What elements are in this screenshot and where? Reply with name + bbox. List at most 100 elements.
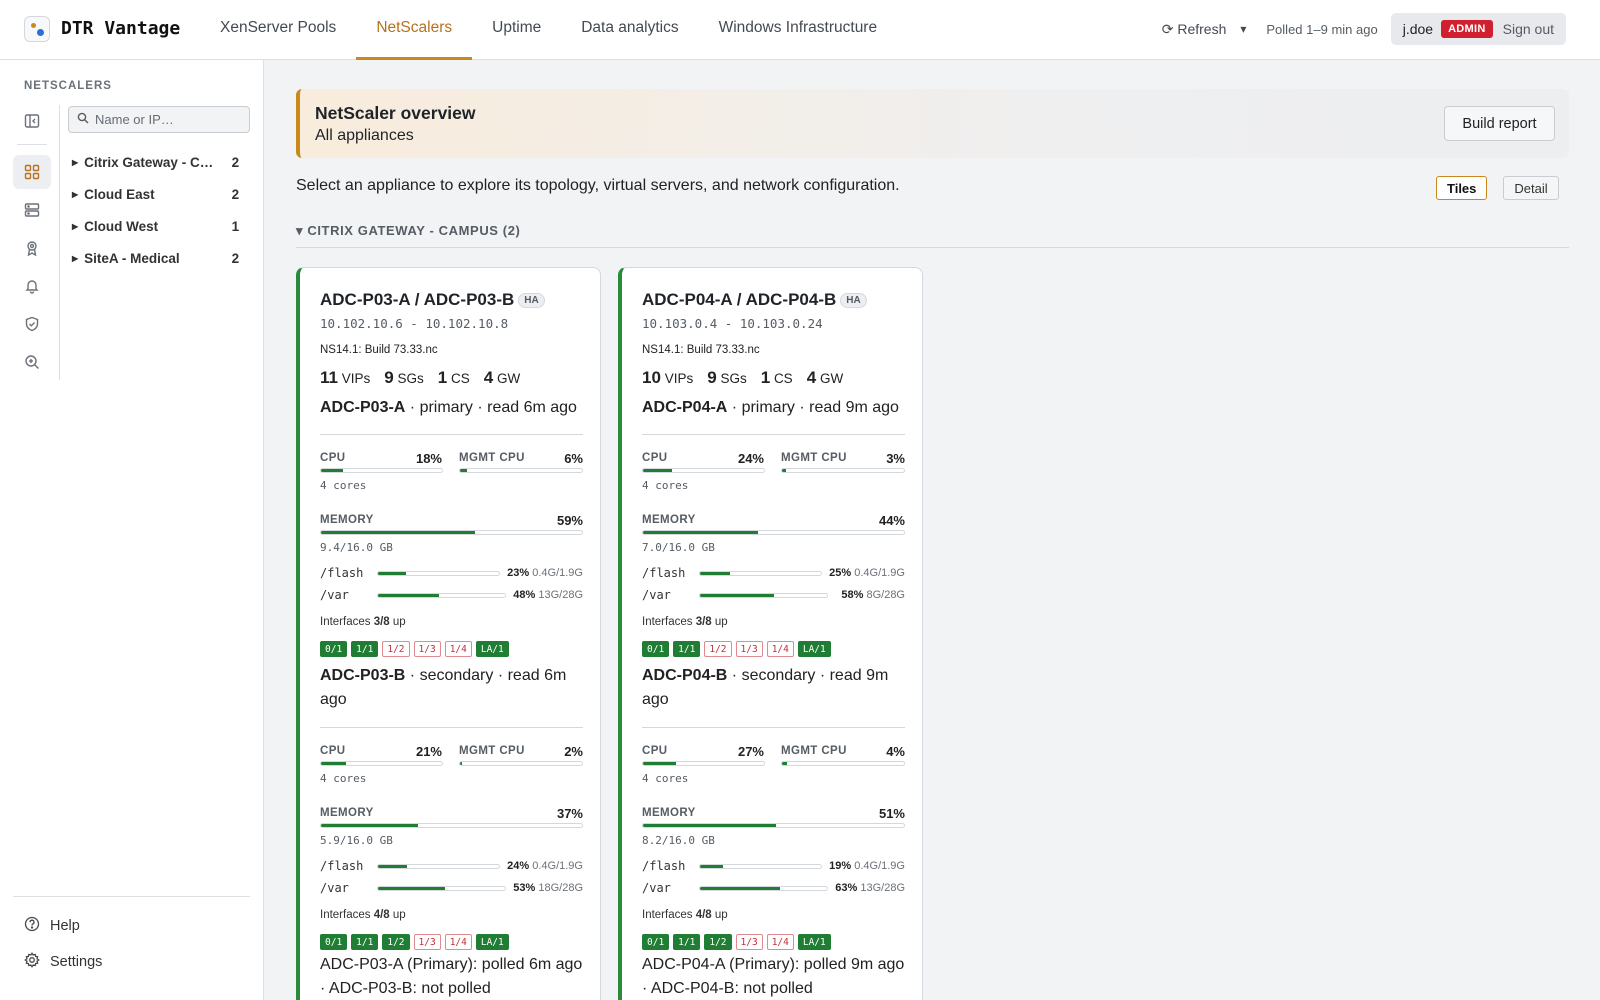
search-input[interactable] [95,112,245,127]
tree-item-sitea-medical[interactable]: ▶ SiteA - Medical 2 [72,242,246,274]
interface-chip[interactable]: 1/1 [673,934,701,950]
help-link[interactable]: Help [24,916,80,936]
interface-chip[interactable]: 1/2 [704,934,732,950]
nav-netscalers[interactable]: NetScalers [356,0,472,60]
interface-chip[interactable]: 0/1 [642,934,670,950]
usage-bar-fill [321,531,475,534]
detail-view-button[interactable]: Detail [1503,176,1559,200]
refresh-button[interactable]: ⟳ Refresh [1162,21,1227,38]
usage-bar-fill [460,762,463,765]
group-header[interactable]: ▾ CITRIX GATEWAY - CAMPUS (2) [296,223,520,239]
memory-value: 51% [878,806,905,821]
usage-bar [459,761,583,766]
node-name: ADC-P04-A [642,399,728,416]
disk-percent: 19% [829,860,852,872]
grid-icon[interactable] [13,155,51,189]
build-report-button[interactable]: Build report [1444,106,1555,141]
nav-uptime[interactable]: Uptime [472,0,561,60]
stat-cs: 1 CS [761,368,793,388]
shield-check-icon[interactable] [13,307,51,341]
memory-label: MEMORY [320,807,374,819]
usage-bar-fill [378,887,446,890]
memory-usage: 5.9/16.0 GB [320,834,393,847]
interface-chip[interactable]: 1/4 [444,934,472,950]
refresh-options-dropdown[interactable]: ▾ [1240,22,1246,36]
interface-chip[interactable]: 1/1 [351,934,379,950]
node-header[interactable]: ADC-P04-B · secondary · read 9m ago [642,664,905,712]
interface-chip[interactable]: 1/1 [351,641,379,657]
interface-chip[interactable]: 1/4 [766,934,794,950]
tree-item-cloud-east[interactable]: ▶ Cloud East 2 [72,178,246,210]
disk-percent: 23% [507,567,530,579]
overview-banner: NetScaler overview All appliances Build … [296,89,1569,158]
interfaces-up-count: 4/8 [695,909,712,921]
interface-chip[interactable]: 1/3 [413,641,441,657]
polled-status: Polled 1–9 min ago [1266,21,1378,37]
appliance-card[interactable]: ADC-P03-A / ADC-P03-B HA 10.102.10.6 - 10.… [296,267,601,1000]
interface-chip[interactable]: 1/3 [413,934,441,950]
tree-item-cloud-west[interactable]: ▶ Cloud West 1 [72,210,246,242]
interface-chip[interactable]: 0/1 [642,641,670,657]
interface-chip[interactable]: 1/2 [382,934,410,950]
node-divider [642,434,905,435]
app-logo-icon [24,16,50,42]
tiles-view-button[interactable]: Tiles [1436,176,1488,200]
node-header[interactable]: ADC-P03-A · primary · read 6m ago [320,396,583,420]
node-header[interactable]: ADC-P03-B · secondary · read 6m ago [320,664,583,712]
interface-chip[interactable]: LA/1 [475,934,509,950]
stat-gw: 4 GW [484,368,520,388]
stat-count: 9 [384,368,394,387]
interface-chip[interactable]: 1/3 [735,934,763,950]
usage-bar [642,530,905,535]
mgmt-cpu-value: 6% [564,451,583,466]
disk-percent: 48% [513,589,536,601]
usage-bar-fill [321,824,418,827]
award-icon[interactable] [13,231,51,265]
stat-vips: 10 VIPs [642,368,693,388]
rail-divider [17,144,47,145]
expand-icon: ▶ [72,157,79,167]
interface-chip[interactable]: LA/1 [797,934,831,950]
interface-chip[interactable]: 1/4 [766,641,794,657]
sign-out-button[interactable]: Sign out [1503,21,1554,37]
disk-label: /var [642,881,671,895]
nav-data-analytics[interactable]: Data analytics [561,0,698,60]
nav-windows-infrastructure[interactable]: Windows Infrastructure [699,0,898,60]
interface-chip[interactable]: 0/1 [320,641,348,657]
settings-link[interactable]: Settings [24,952,102,972]
cpu-cores: 4 cores [320,772,367,785]
gear-icon [24,952,40,972]
help-icon [24,916,40,936]
interface-chip[interactable]: 0/1 [320,934,348,950]
interface-chip[interactable]: 1/2 [382,641,410,657]
disk-percent: 24% [507,860,530,872]
node-header[interactable]: ADC-P04-A · primary · read 9m ago [642,396,905,420]
node-divider [320,434,583,435]
memory-usage: 9.4/16.0 GB [320,541,393,554]
stat-label: CS [451,371,470,386]
collapse-sidebar-icon[interactable] [13,104,51,138]
interface-chip[interactable]: 1/4 [444,641,472,657]
nav-xenserver-pools[interactable]: XenServer Pools [200,0,356,60]
disk-percent: 25% [829,567,852,579]
cpu-cores: 4 cores [642,772,689,785]
tree-item-citrix-gateway-campus[interactable]: ▶ Citrix Gateway - Campus 2 [72,146,246,178]
bell-icon[interactable] [13,269,51,303]
interface-chip[interactable]: LA/1 [475,641,509,657]
appliance-card[interactable]: ADC-P04-A / ADC-P04-B HA 10.103.0.4 - 10.1… [618,267,923,1000]
usage-bar [699,864,822,869]
interface-chip[interactable]: 1/1 [673,641,701,657]
interface-chip[interactable]: 1/3 [735,641,763,657]
disk-value: 63% 13G/28G [822,882,905,894]
interface-chip[interactable]: 1/2 [704,641,732,657]
usage-bar-fill [378,865,408,868]
interface-chips: 0/1 1/1 1/2 1/3 1/4 LA/1 [642,641,831,657]
usage-bar [320,761,443,766]
stat-cs: 1 CS [438,368,470,388]
zoom-in-icon[interactable] [13,345,51,379]
server-icon[interactable] [13,193,51,227]
usage-bar-fill [643,531,758,534]
interface-chip[interactable]: LA/1 [797,641,831,657]
ha-badge: HA [518,292,545,308]
settings-label: Settings [50,954,103,970]
